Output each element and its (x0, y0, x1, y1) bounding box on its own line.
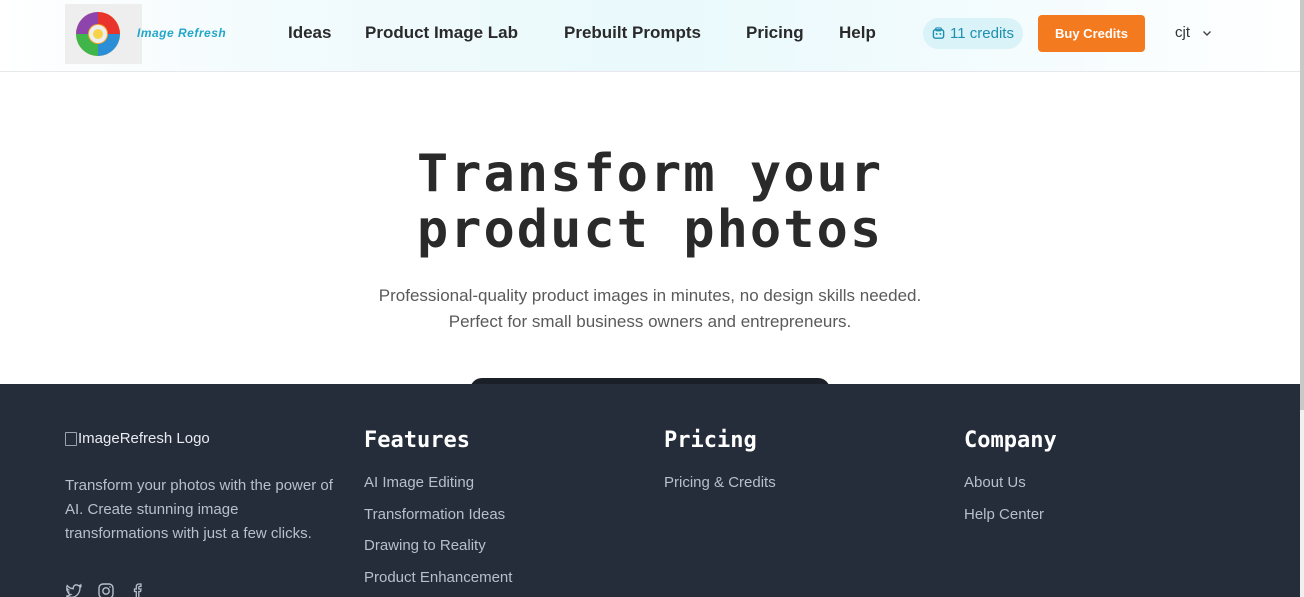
footer-logo-alt: ImageRefresh Logo (78, 430, 210, 447)
chevron-down-icon (1203, 30, 1211, 36)
footer-description: Transform your photos with the power of … (65, 477, 333, 542)
footer-link-about-us[interactable]: About Us (964, 473, 1044, 505)
footer-list-company: About Us Help Center (964, 473, 1044, 536)
facebook-icon[interactable] (129, 582, 147, 597)
footer-link-transformation-ideas[interactable]: Transformation Ideas (364, 505, 512, 537)
social-links (65, 582, 147, 597)
credits-badge[interactable]: 11 credits (923, 18, 1023, 49)
nav-prebuilt-prompts[interactable]: Prebuilt Prompts (564, 23, 701, 43)
hero-title-line-2: product photos (416, 200, 884, 260)
top-navbar: Image Refresh Ideas Product Image Lab Pr… (0, 0, 1304, 72)
nav-product-image-lab[interactable]: Product Image Lab (365, 23, 518, 43)
broken-image-icon (65, 431, 77, 446)
footer-title-features: Features (364, 428, 470, 453)
credits-label: 11 credits (950, 25, 1014, 42)
buy-credits-button[interactable]: Buy Credits (1038, 15, 1145, 52)
footer-link-drawing-to-reality[interactable]: Drawing to Reality (364, 536, 512, 568)
hero-subtitle: Professional-quality product images in m… (0, 283, 1300, 335)
footer-link-ai-image-editing[interactable]: AI Image Editing (364, 473, 512, 505)
hero-subtitle-line-2: Perfect for small business owners and en… (448, 312, 852, 331)
footer: ImageRefresh Logo Transform your photos … (0, 384, 1300, 597)
hero-title: Transform your product photos (0, 146, 1300, 258)
hero-title-line-1: Transform your (416, 144, 884, 204)
instagram-icon[interactable] (97, 582, 115, 597)
logo-text[interactable]: Image Refresh (137, 26, 226, 40)
credits-coin-icon (932, 27, 945, 39)
footer-link-pricing-credits[interactable]: Pricing & Credits (664, 473, 776, 505)
hero-subtitle-line-1: Professional-quality product images in m… (378, 286, 922, 305)
twitter-icon[interactable] (65, 582, 83, 597)
footer-list-pricing: Pricing & Credits (664, 473, 776, 505)
user-menu[interactable]: cjt (1175, 24, 1212, 41)
footer-title-pricing: Pricing (664, 428, 757, 453)
footer-link-product-enhancement[interactable]: Product Enhancement (364, 568, 512, 597)
nav-pricing[interactable]: Pricing (746, 23, 804, 43)
scrollbar-thumb[interactable] (1300, 0, 1304, 410)
logo[interactable] (65, 4, 142, 64)
footer-list-features: AI Image Editing Transformation Ideas Dr… (364, 473, 512, 597)
user-name: cjt (1175, 24, 1190, 41)
footer-title-company: Company (964, 428, 1057, 453)
nav-help[interactable]: Help (839, 23, 876, 43)
logo-swirl-icon (76, 12, 120, 56)
footer-logo[interactable]: ImageRefresh Logo (65, 430, 210, 447)
page-scrollbar[interactable] (1300, 0, 1304, 597)
nav-ideas[interactable]: Ideas (288, 23, 331, 43)
footer-link-help-center[interactable]: Help Center (964, 505, 1044, 537)
